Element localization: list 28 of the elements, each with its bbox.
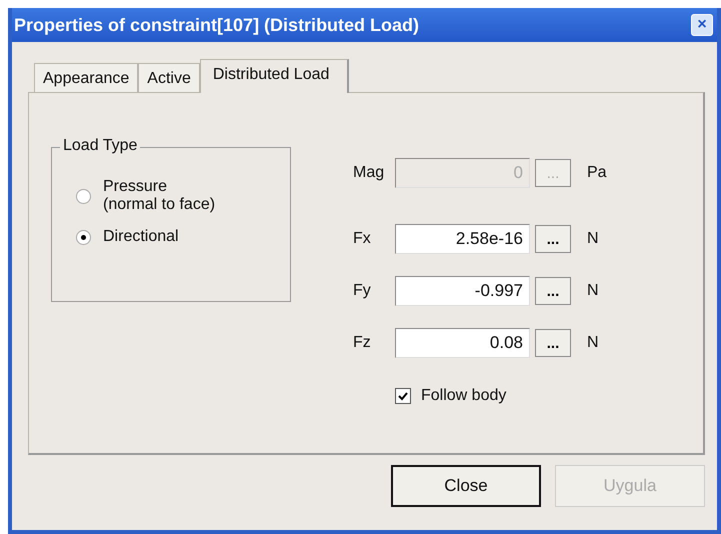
- tab[interactable]: Distributed Load: [200, 59, 350, 93]
- unit-label: N: [587, 334, 599, 352]
- radio-button[interactable]: [76, 188, 91, 204]
- unit-label: Pa: [587, 164, 607, 182]
- close-button[interactable]: ×: [691, 14, 713, 36]
- radio-label: Directional: [103, 228, 179, 246]
- check-icon: [397, 390, 409, 402]
- dialog-button[interactable]: Close: [391, 465, 541, 507]
- unit-label: N: [587, 282, 599, 300]
- browse-button[interactable]: ...: [535, 329, 571, 357]
- checkbox[interactable]: [395, 388, 411, 404]
- input-field[interactable]: -0.997: [395, 276, 530, 306]
- group-title: Load Type: [60, 137, 140, 155]
- field-label: Fy: [353, 282, 372, 300]
- tab[interactable]: Active: [138, 63, 200, 92]
- unit-label: N: [587, 230, 599, 248]
- field-label: Fx: [353, 230, 372, 248]
- input-field[interactable]: 2.58e-16: [395, 224, 530, 254]
- radio-button[interactable]: [76, 230, 91, 244]
- field-label: Mag: [353, 164, 386, 182]
- browse-button[interactable]: ...: [535, 225, 571, 253]
- input-field[interactable]: 0.08: [395, 328, 530, 358]
- checkbox-label: Follow body: [421, 387, 506, 405]
- window-title: Properties of constraint[107] (Distributed Load): [14, 14, 420, 36]
- browse-button[interactable]: ...: [535, 277, 571, 305]
- field-label: Fz: [353, 334, 372, 352]
- radio-label: Pressure (normal to face): [103, 178, 216, 214]
- tab[interactable]: Appearance: [34, 63, 138, 92]
